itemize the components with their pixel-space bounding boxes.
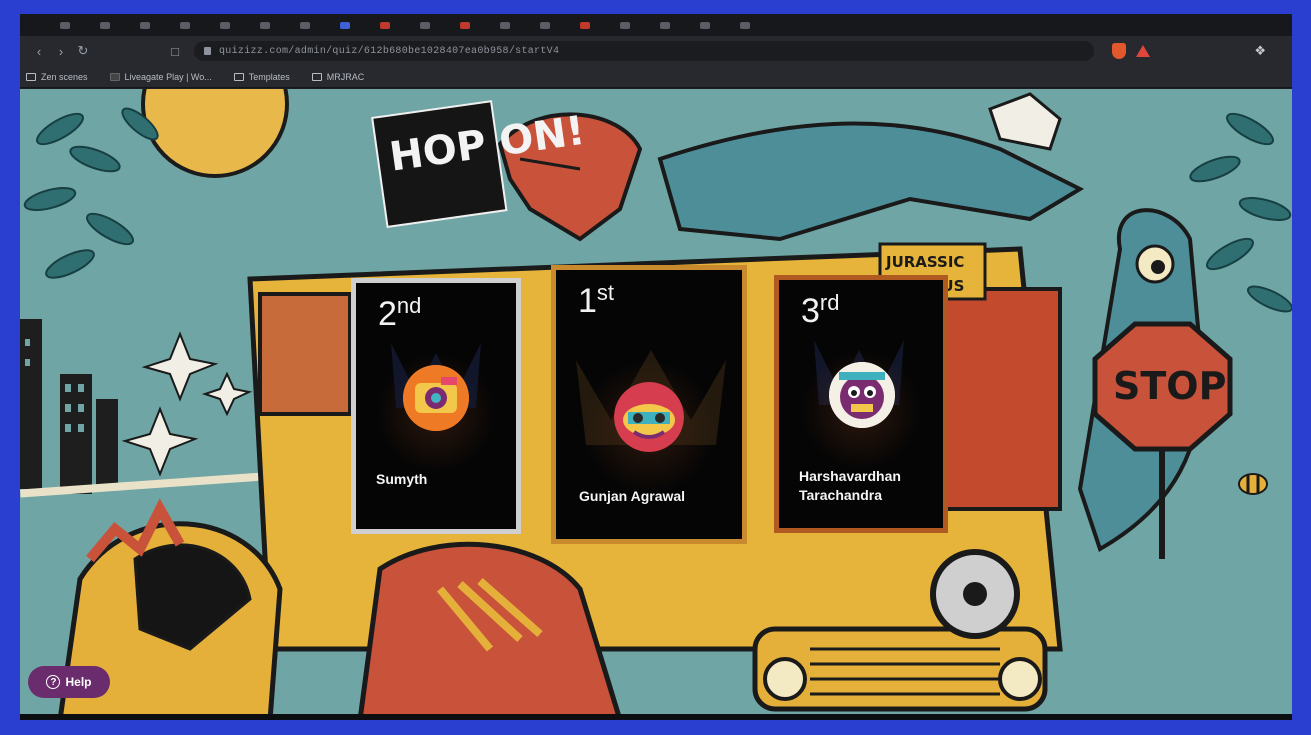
stop-sign: STOP — [1113, 364, 1226, 408]
address-bar[interactable]: quizizz.com/admin/quiz/612b680be1028407e… — [194, 41, 1094, 61]
brave-shield-icon[interactable] — [1112, 43, 1126, 59]
tab[interactable] — [420, 21, 430, 29]
tab[interactable] — [220, 21, 230, 29]
tab[interactable] — [140, 21, 150, 29]
tab[interactable] — [620, 21, 630, 29]
bookmark-label: MRJRAC — [326, 71, 365, 82]
leaderboard-scene: HOP ON! JURASSIC BUS STOP — [20, 89, 1292, 720]
forward-icon[interactable]: › — [50, 44, 72, 59]
bookmark-label: Templates — [248, 71, 290, 82]
tab[interactable] — [500, 21, 510, 29]
podium-card-third: 3rd Harshavardhan Tarachandra — [774, 275, 948, 533]
tab[interactable] — [180, 21, 190, 29]
browser-window: ‹ › ↻ □ quizizz.com/admin/quiz/612b680be… — [20, 14, 1292, 720]
avatar — [614, 382, 684, 452]
rank-label: 1st — [578, 280, 615, 320]
question-icon: ? — [46, 675, 61, 689]
bookmark-item[interactable]: Zen scenes — [26, 72, 88, 82]
tab[interactable] — [460, 21, 470, 29]
tab[interactable] — [380, 21, 390, 29]
tab[interactable] — [300, 21, 310, 29]
bookmark-item[interactable]: Templates — [233, 71, 290, 82]
player-name: Gunjan Agrawal — [579, 488, 686, 504]
bookmarks-bar: Zen scenes Liveagate Play | Wo... Templa… — [20, 66, 1292, 88]
bookmark-item[interactable]: Liveagate Play | Wo... — [109, 71, 212, 82]
folder-icon — [311, 72, 322, 81]
tab[interactable] — [340, 21, 350, 29]
lock-icon — [204, 47, 211, 55]
bookmark-label: Zen scenes — [41, 71, 88, 82]
site-favicon-icon — [109, 72, 120, 81]
back-icon[interactable]: ‹ — [28, 44, 50, 59]
bookmark-item[interactable]: MRJRAC — [311, 71, 365, 82]
tab-strip — [20, 14, 1292, 36]
tab[interactable] — [60, 21, 70, 29]
tab[interactable] — [660, 21, 670, 29]
tab-active[interactable] — [580, 21, 590, 29]
player-name-line1: Harshavardhan — [799, 468, 901, 484]
podium-card-first: 1st Gunjan Agrawal — [551, 265, 747, 544]
player-name: Sumyth — [376, 471, 428, 487]
extension-icons — [1112, 43, 1150, 59]
player-name: Harshavardhan Tarachandra — [799, 467, 901, 505]
bookmark-page-icon[interactable]: □ — [164, 44, 186, 59]
help-label: Help — [65, 675, 92, 689]
player-name-line2: Tarachandra — [799, 487, 882, 503]
extensions-puzzle-icon[interactable]: ❖ — [1254, 43, 1266, 59]
folder-icon — [233, 72, 244, 81]
avatar — [403, 365, 469, 431]
taskbar — [20, 714, 1292, 720]
bookmark-label: Liveagate Play | Wo... — [124, 71, 212, 82]
folder-icon — [26, 72, 36, 81]
bus-sign: JURASSIC — [885, 253, 964, 271]
tab[interactable] — [700, 21, 710, 29]
help-button[interactable]: ? Help — [28, 666, 110, 698]
brave-rewards-icon[interactable] — [1136, 45, 1150, 57]
tab[interactable] — [740, 21, 750, 29]
podium-card-second: 2nd Sumyth — [351, 278, 521, 534]
browser-toolbar: ‹ › ↻ □ quizizz.com/admin/quiz/612b680be… — [20, 36, 1292, 66]
avatar — [829, 362, 895, 428]
tab[interactable] — [540, 21, 550, 29]
tab[interactable] — [260, 21, 270, 29]
url-text: quizizz.com/admin/quiz/612b680be1028407e… — [219, 45, 560, 57]
tab[interactable] — [100, 21, 110, 29]
reload-icon[interactable]: ↻ — [72, 43, 94, 59]
